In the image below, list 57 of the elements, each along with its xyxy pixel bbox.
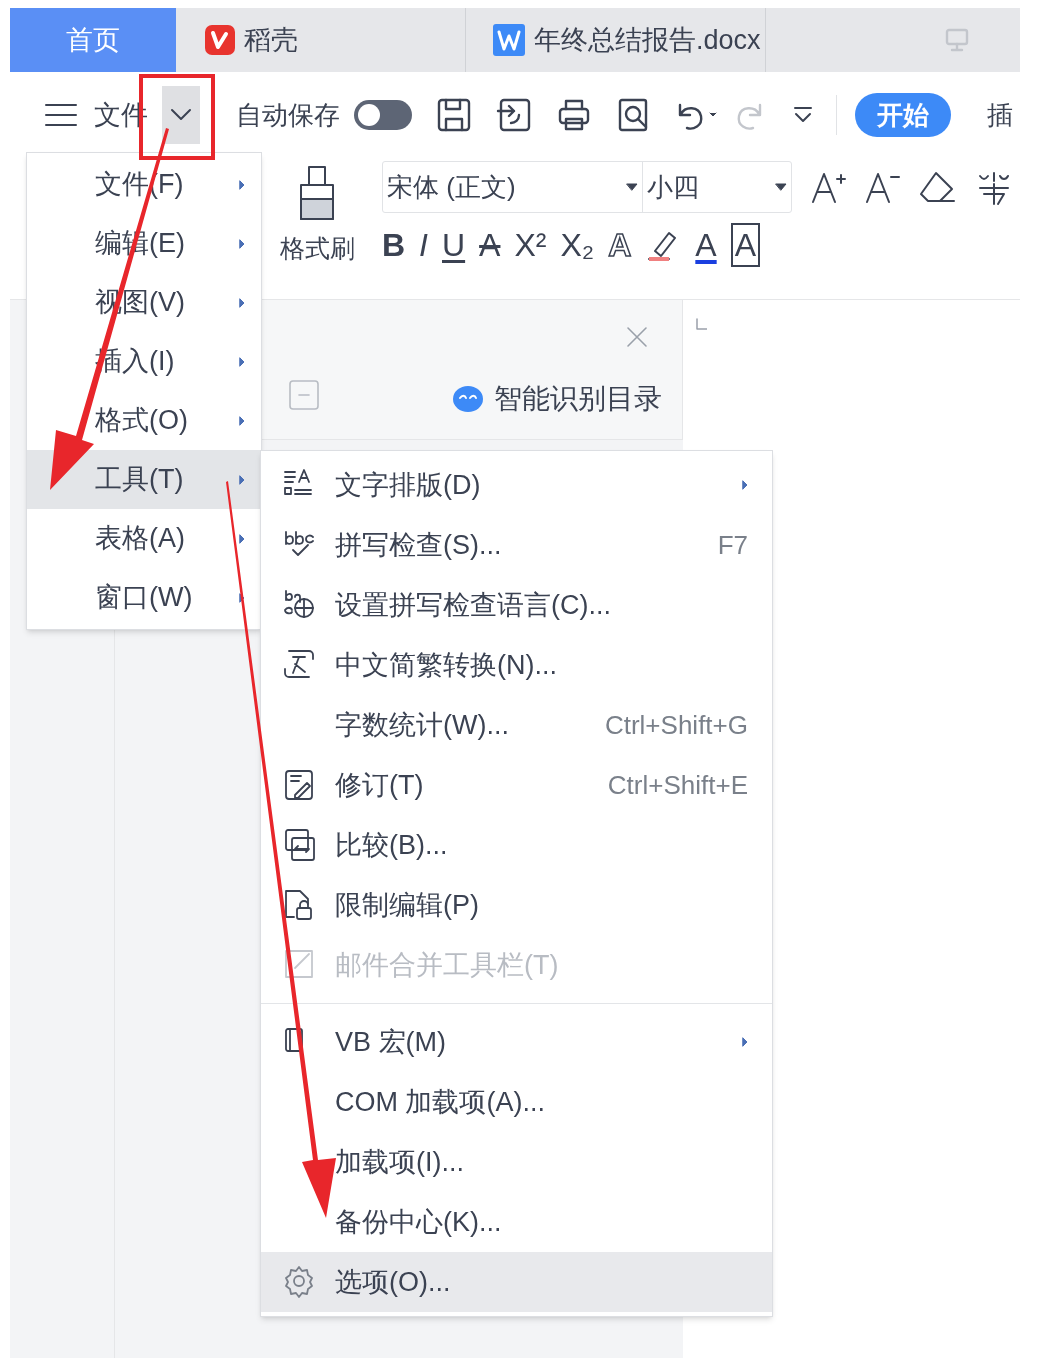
format-button[interactable]: U [442,225,466,265]
format-painter-button[interactable]: 格式刷 [262,158,372,299]
docer-logo-icon[interactable] [204,24,236,56]
submenu-arrow-icon[interactable] [742,480,748,490]
word-doc-icon[interactable] [492,23,526,57]
menu-icon[interactable] [44,102,78,128]
revision-icon[interactable] [283,768,315,802]
menu-item[interactable]: 比较(B)... [261,815,772,875]
menu-item[interactable]: COM 加载项(A)... [261,1072,772,1132]
compare-icon[interactable] [283,828,315,862]
eraser-icon[interactable] [918,170,956,204]
menu-item[interactable]: 选项(O)... [261,1252,772,1312]
format-button[interactable]: A [695,225,717,265]
menu-item[interactable]: 设置拼写检查语言(C)... [261,575,772,635]
format-button[interactable]: A [608,225,632,265]
smart-recognize-icon[interactable] [452,385,484,413]
menu-item[interactable]: 文字排版(D) [261,455,772,515]
smart-toc-button[interactable]: 智能识别目录 [452,378,662,420]
chevron-down-icon[interactable] [170,108,192,122]
font-dropdown[interactable]: 宋体 (正文) [383,162,643,212]
settings-icon[interactable] [283,1265,315,1299]
size-dropdown[interactable]: 小四 [643,162,791,212]
menu-item[interactable]: 格式(O) [27,391,261,450]
format-button[interactable]: A [479,225,501,265]
menu-item[interactable]: 工具(T) [27,450,261,509]
save-icon[interactable] [436,97,472,133]
caret-icon[interactable] [626,183,638,191]
menu-item[interactable]: 中文简繁转换(N)... [261,635,772,695]
menu-item[interactable]: 限制编辑(P) [261,875,772,935]
menu-item[interactable]: 字数统计(W)... Ctrl+Shift+G [261,695,772,755]
dropdown-button[interactable] [162,86,200,144]
autosave-label: 自动保存 [236,98,340,132]
insert-tab[interactable]: 插 [987,95,1013,135]
format-button[interactable]: X₂ [560,225,595,265]
export-icon[interactable] [496,97,532,133]
format-button[interactable]: A [730,223,760,267]
autosave-toggle[interactable] [354,100,412,130]
submenu-arrow-icon[interactable] [239,533,245,544]
menu-item[interactable]: VB 宏(M) [261,1012,772,1072]
caret-icon[interactable] [775,183,787,191]
submenu-arrow-icon[interactable] [239,356,245,367]
submenu-arrow-icon[interactable] [239,238,245,249]
submenu-arrow-icon[interactable] [239,297,245,308]
submenu-arrow-icon[interactable] [239,474,245,485]
format-button[interactable]: I [419,225,428,265]
menu-item[interactable]: 备份中心(K)... [261,1192,772,1252]
lock-icon[interactable] [283,888,315,922]
menu-item[interactable]: 加载项(I)... [261,1132,772,1192]
print-icon[interactable] [556,97,592,133]
submenu-arrow-icon[interactable] [742,1037,748,1047]
submenu-arrow-icon[interactable] [239,415,245,426]
menu-item[interactable]: 修订(T) Ctrl+Shift+E [261,755,772,815]
format-button[interactable]: X² [514,225,547,265]
submenu-arrow-icon[interactable] [239,179,245,190]
format-button[interactable]: B [382,225,406,265]
menu-item: 邮件合并工具栏(T) [261,935,772,995]
menu-item[interactable]: 拼写检查(S)... F7 [261,515,772,575]
